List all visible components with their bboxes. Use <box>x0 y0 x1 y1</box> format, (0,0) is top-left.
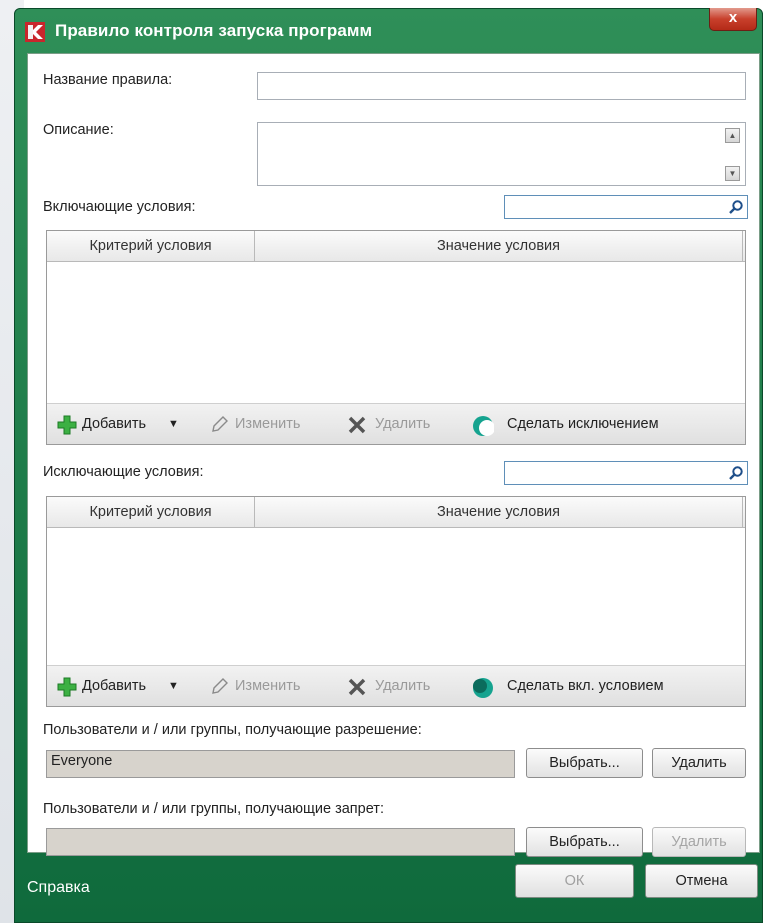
include-search-input[interactable] <box>504 195 748 219</box>
description-label: Описание: <box>43 122 114 138</box>
plus-icon <box>57 677 77 697</box>
plus-icon <box>57 415 77 435</box>
description-textarea[interactable] <box>257 122 746 186</box>
pencil-icon <box>212 416 228 432</box>
close-button[interactable]: x <box>709 8 757 31</box>
grid-header: Критерий условия Значение условия <box>47 231 745 262</box>
chevron-down-icon: ▼ <box>168 680 179 692</box>
delete-x-icon <box>348 416 366 434</box>
make-exception-button[interactable]: Сделать исключением <box>472 413 712 436</box>
deny-users-field[interactable] <box>46 828 515 856</box>
allow-users-label: Пользователи и / или группы, получающие … <box>43 722 422 738</box>
exclude-edit-label: Изменить <box>235 678 301 694</box>
exclude-add-button[interactable]: Добавить ▼ <box>57 675 197 697</box>
column-criterion[interactable]: Критерий условия <box>47 497 255 527</box>
exclude-conditions-grid: Критерий условия Значение условия Добави… <box>46 496 746 707</box>
allow-remove-button[interactable]: Удалить <box>652 748 746 778</box>
include-add-label: Добавить <box>82 416 147 432</box>
include-delete-button[interactable]: Удалить <box>347 413 457 435</box>
allow-users-field[interactable]: Everyone <box>46 750 515 778</box>
exclude-edit-button[interactable]: Изменить <box>209 675 329 697</box>
chevron-down-icon: ▼ <box>168 418 179 430</box>
search-icon[interactable] <box>728 199 744 215</box>
exclude-conditions-label: Исключающие условия: <box>43 464 204 480</box>
deny-users-label: Пользователи и / или группы, получающие … <box>43 801 384 817</box>
column-criterion[interactable]: Критерий условия <box>47 231 255 261</box>
rule-name-input[interactable] <box>257 72 746 100</box>
include-edit-button[interactable]: Изменить <box>209 413 329 435</box>
description-scroll-down[interactable]: ▼ <box>725 166 740 181</box>
ok-button[interactable]: ОК <box>515 864 634 898</box>
exclude-add-label: Добавить <box>82 678 147 694</box>
grid-header: Критерий условия Значение условия <box>47 497 745 528</box>
exclude-delete-button[interactable]: Удалить <box>347 675 457 697</box>
allow-select-button[interactable]: Выбрать... <box>526 748 643 778</box>
cancel-button[interactable]: Отмена <box>645 864 758 898</box>
dialog-body: Название правила: Описание: ▲ ▼ Включающ… <box>27 53 760 857</box>
make-exception-label: Сделать исключением <box>507 416 659 432</box>
search-icon[interactable] <box>728 465 744 481</box>
make-inclusion-button[interactable]: Сделать вкл. условием <box>472 675 712 698</box>
toggle-circle-icon <box>473 678 493 698</box>
include-edit-label: Изменить <box>235 416 301 432</box>
include-grid-toolbar: Добавить ▼ Изменить Удалить Сделать искл… <box>47 403 745 444</box>
include-delete-label: Удалить <box>375 416 431 432</box>
exclude-delete-label: Удалить <box>375 678 431 694</box>
make-inclusion-label: Сделать вкл. условием <box>507 678 664 694</box>
help-link[interactable]: Справка <box>27 879 90 897</box>
dialog-window: Правило контроля запуска программ x Назв… <box>14 8 763 923</box>
window-title: Правило контроля запуска программ <box>55 21 373 40</box>
column-value[interactable]: Значение условия <box>255 231 743 261</box>
include-conditions-grid: Критерий условия Значение условия Добави… <box>46 230 746 445</box>
description-scroll-up[interactable]: ▲ <box>725 128 740 143</box>
deny-select-button[interactable]: Выбрать... <box>526 827 643 857</box>
title-bar[interactable]: Правило контроля запуска программ x <box>15 8 762 53</box>
deny-remove-button[interactable]: Удалить <box>652 827 746 857</box>
column-value[interactable]: Значение условия <box>255 497 743 527</box>
kaspersky-logo-icon <box>25 22 45 42</box>
exclude-grid-toolbar: Добавить ▼ Изменить Удалить Сделать вкл.… <box>47 665 745 706</box>
include-conditions-label: Включающие условия: <box>43 199 196 215</box>
include-add-button[interactable]: Добавить ▼ <box>57 413 197 435</box>
delete-x-icon <box>348 678 366 696</box>
exclude-search-input[interactable] <box>504 461 748 485</box>
toggle-circle-icon <box>473 416 494 436</box>
rule-name-label: Название правила: <box>43 72 173 88</box>
pencil-icon <box>212 678 228 694</box>
